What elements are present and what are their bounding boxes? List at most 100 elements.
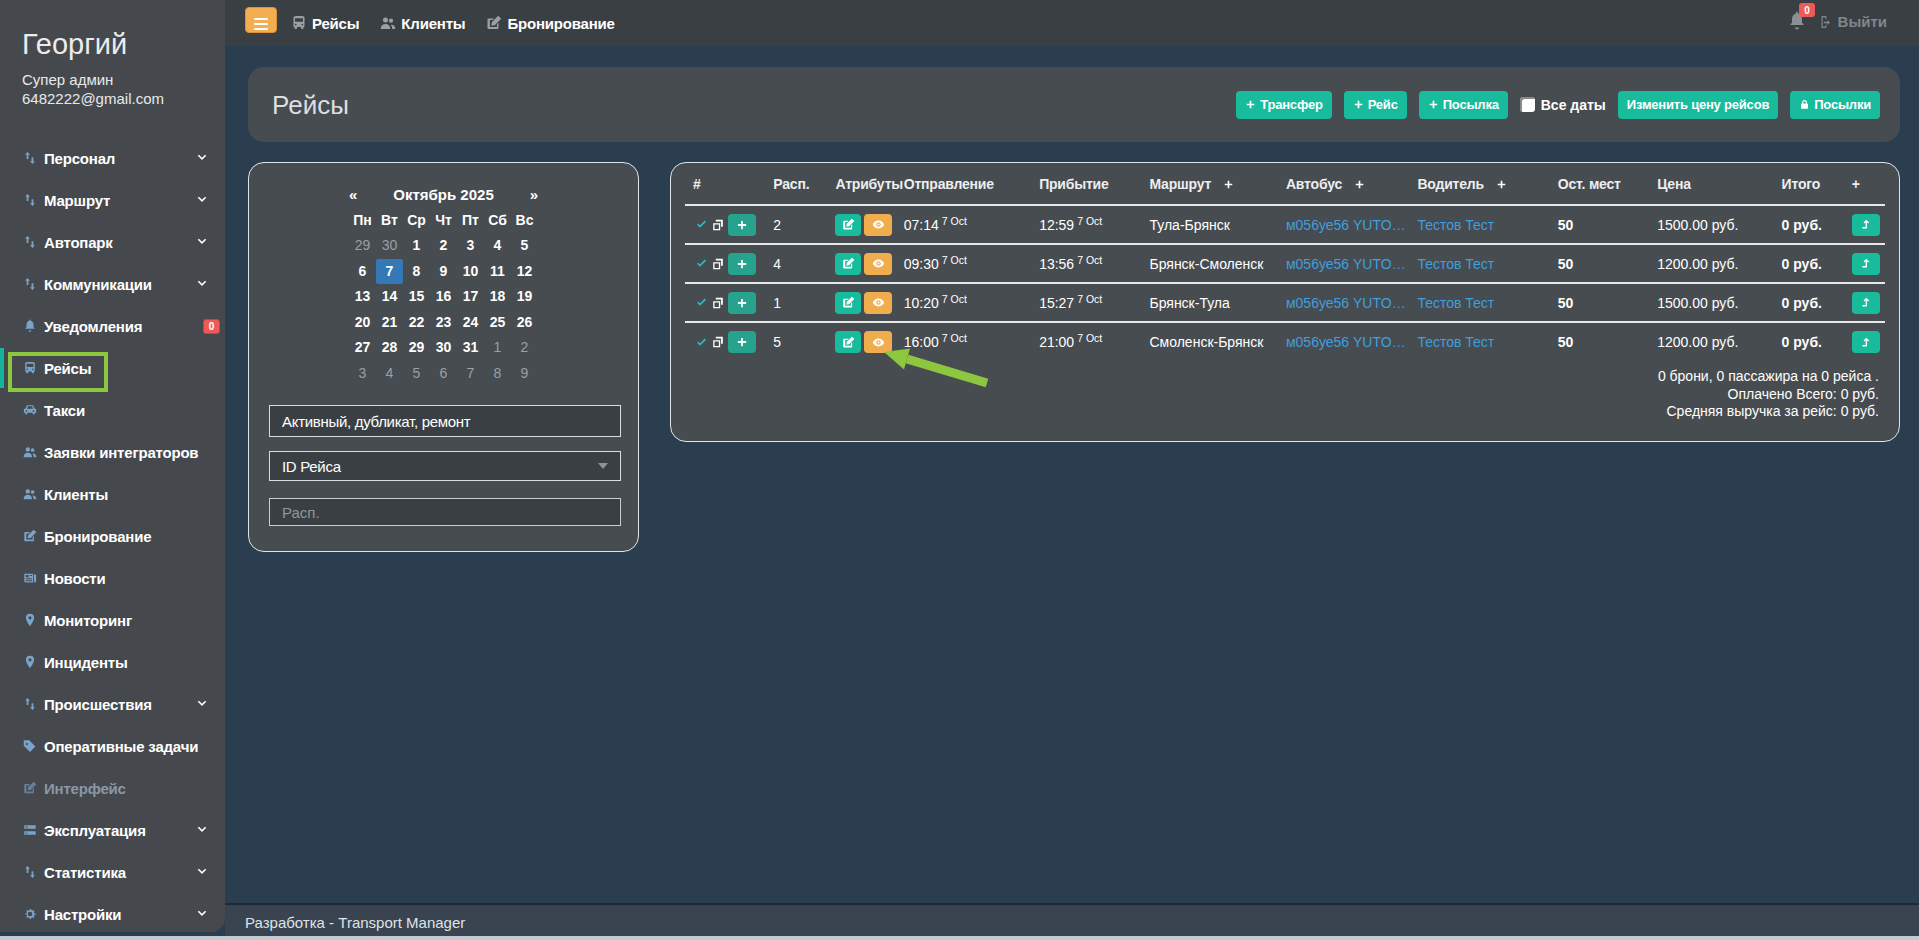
- sidebar-item-происшествия[interactable]: Происшествия: [0, 683, 225, 725]
- status-filter-select[interactable]: Активный, дубликат, ремонт: [269, 405, 621, 437]
- calendar-day[interactable]: 5: [511, 233, 538, 259]
- sidebar-item-эксплуатация[interactable]: Эксплуатация: [0, 809, 225, 851]
- calendar-day[interactable]: 10: [457, 259, 484, 285]
- row-levelup-button[interactable]: [1852, 253, 1880, 275]
- calendar-day[interactable]: 14: [376, 284, 403, 310]
- calendar-day[interactable]: 29: [403, 335, 430, 361]
- calendar-day[interactable]: 15: [403, 284, 430, 310]
- calendar-day[interactable]: 25: [484, 310, 511, 336]
- sidebar-item-рейсы[interactable]: Рейсы: [0, 347, 225, 389]
- calendar-day[interactable]: 21: [376, 310, 403, 336]
- driver-link[interactable]: Тестов Тест: [1417, 334, 1549, 350]
- row-add-button[interactable]: [728, 253, 756, 275]
- checkbox-box[interactable]: [1520, 97, 1535, 112]
- calendar-day[interactable]: 28: [376, 335, 403, 361]
- calendar-day[interactable]: 16: [430, 284, 457, 310]
- add-parcel-button[interactable]: Посылка: [1419, 91, 1508, 119]
- bus-link[interactable]: м056уе56 YUTON...: [1286, 295, 1409, 311]
- row-levelup-button[interactable]: [1852, 331, 1880, 353]
- calendar-day[interactable]: 1: [403, 233, 430, 259]
- calendar-day[interactable]: 12: [511, 259, 538, 285]
- calendar-day[interactable]: 23: [430, 310, 457, 336]
- sidebar-item-коммуникации[interactable]: Коммуникации: [0, 263, 225, 305]
- calendar-day[interactable]: 20: [349, 310, 376, 336]
- rasp-input[interactable]: [269, 498, 621, 526]
- view-trip-button[interactable]: [864, 292, 892, 314]
- nav-item-рейсы[interactable]: Рейсы: [291, 15, 359, 32]
- sidebar-item-бронирование[interactable]: Бронирование: [0, 515, 225, 557]
- view-trip-button[interactable]: [864, 331, 892, 353]
- calendar-day[interactable]: 3: [349, 361, 376, 387]
- bus-link[interactable]: м056уе56 YUTON...: [1286, 334, 1409, 350]
- calendar-day[interactable]: 11: [484, 259, 511, 285]
- sidebar-item-оперативные-задачи[interactable]: Оперативные задачи: [0, 725, 225, 767]
- sidebar-item-уведомления[interactable]: Уведомления0: [0, 305, 225, 347]
- parcels-button[interactable]: Посылки: [1790, 91, 1880, 119]
- edit-trip-button[interactable]: [835, 331, 861, 353]
- hamburger-menu-button[interactable]: [245, 7, 277, 33]
- edit-trip-button[interactable]: [835, 253, 861, 275]
- calendar-day[interactable]: 17: [457, 284, 484, 310]
- add-transfer-button[interactable]: Трансфер: [1236, 91, 1331, 119]
- calendar-day[interactable]: 2: [430, 233, 457, 259]
- calendar-day[interactable]: 7: [457, 361, 484, 387]
- row-add-button[interactable]: [728, 331, 756, 353]
- calendar-day[interactable]: 8: [403, 259, 430, 285]
- row-add-button[interactable]: [728, 292, 756, 314]
- calendar-next-button[interactable]: »: [518, 186, 538, 203]
- calendar-day[interactable]: 4: [484, 233, 511, 259]
- calendar-day[interactable]: 3: [457, 233, 484, 259]
- bus-link[interactable]: м056уе56 YUTON...: [1286, 217, 1409, 233]
- all-dates-checkbox[interactable]: Все даты: [1520, 97, 1606, 113]
- calendar-day-selected[interactable]: 7: [376, 259, 403, 285]
- bus-link[interactable]: м056уе56 YUTON...: [1286, 256, 1409, 272]
- add-trip-button[interactable]: Рейс: [1344, 91, 1407, 119]
- sidebar-item-клиенты[interactable]: Клиенты: [0, 473, 225, 515]
- sort-plus-icon[interactable]: [1496, 179, 1507, 190]
- view-trip-button[interactable]: [864, 253, 892, 275]
- sidebar-item-настройки[interactable]: Настройки: [0, 893, 225, 935]
- calendar-day[interactable]: 8: [484, 361, 511, 387]
- calendar-day[interactable]: 9: [430, 259, 457, 285]
- driver-link[interactable]: Тестов Тест: [1417, 295, 1549, 311]
- calendar-day[interactable]: 2: [511, 335, 538, 361]
- logout-button[interactable]: Выйти: [1815, 13, 1887, 30]
- nav-item-клиенты[interactable]: Клиенты: [380, 15, 465, 32]
- row-levelup-button[interactable]: [1852, 214, 1880, 236]
- edit-trip-button[interactable]: [835, 214, 861, 236]
- calendar-day[interactable]: 29: [349, 233, 376, 259]
- sidebar-item-персонал[interactable]: Персонал: [0, 137, 225, 179]
- sidebar-item-статистика[interactable]: Статистика: [0, 851, 225, 893]
- sidebar-item-мониторинг[interactable]: Мониторинг: [0, 599, 225, 641]
- calendar-day[interactable]: 19: [511, 284, 538, 310]
- sidebar-item-заявки-интеграторов[interactable]: Заявки интеграторов: [0, 431, 225, 473]
- calendar-day[interactable]: 24: [457, 310, 484, 336]
- trip-id-select[interactable]: ID Рейса: [269, 451, 621, 481]
- driver-link[interactable]: Тестов Тест: [1417, 217, 1549, 233]
- change-price-button[interactable]: Изменить цену рейсов: [1618, 91, 1778, 119]
- calendar-day[interactable]: 13: [349, 284, 376, 310]
- row-levelup-button[interactable]: [1852, 292, 1880, 314]
- calendar-day[interactable]: 6: [349, 259, 376, 285]
- calendar-day[interactable]: 5: [403, 361, 430, 387]
- calendar-day[interactable]: 18: [484, 284, 511, 310]
- calendar-prev-button[interactable]: «: [349, 186, 369, 203]
- sidebar-item-автопарк[interactable]: Автопарк: [0, 221, 225, 263]
- nav-item-бронирование[interactable]: Бронирование: [486, 15, 614, 32]
- sidebar-item-интерфейс[interactable]: Интерфейс: [0, 767, 225, 809]
- calendar-day[interactable]: 31: [457, 335, 484, 361]
- edit-trip-button[interactable]: [835, 292, 861, 314]
- view-trip-button[interactable]: [864, 214, 892, 236]
- calendar-day[interactable]: 26: [511, 310, 538, 336]
- sidebar-item-маршрут[interactable]: Маршрут: [0, 179, 225, 221]
- sidebar-item-такси[interactable]: Такси: [0, 389, 225, 431]
- calendar-day[interactable]: 27: [349, 335, 376, 361]
- sidebar-item-новости[interactable]: Новости: [0, 557, 225, 599]
- sidebar-item-инциденты[interactable]: Инциденты: [0, 641, 225, 683]
- calendar-day[interactable]: 9: [511, 361, 538, 387]
- driver-link[interactable]: Тестов Тест: [1417, 256, 1549, 272]
- calendar-day[interactable]: 4: [376, 361, 403, 387]
- row-add-button[interactable]: [728, 214, 756, 236]
- calendar-day[interactable]: 30: [376, 233, 403, 259]
- sort-plus-icon[interactable]: [1354, 179, 1365, 190]
